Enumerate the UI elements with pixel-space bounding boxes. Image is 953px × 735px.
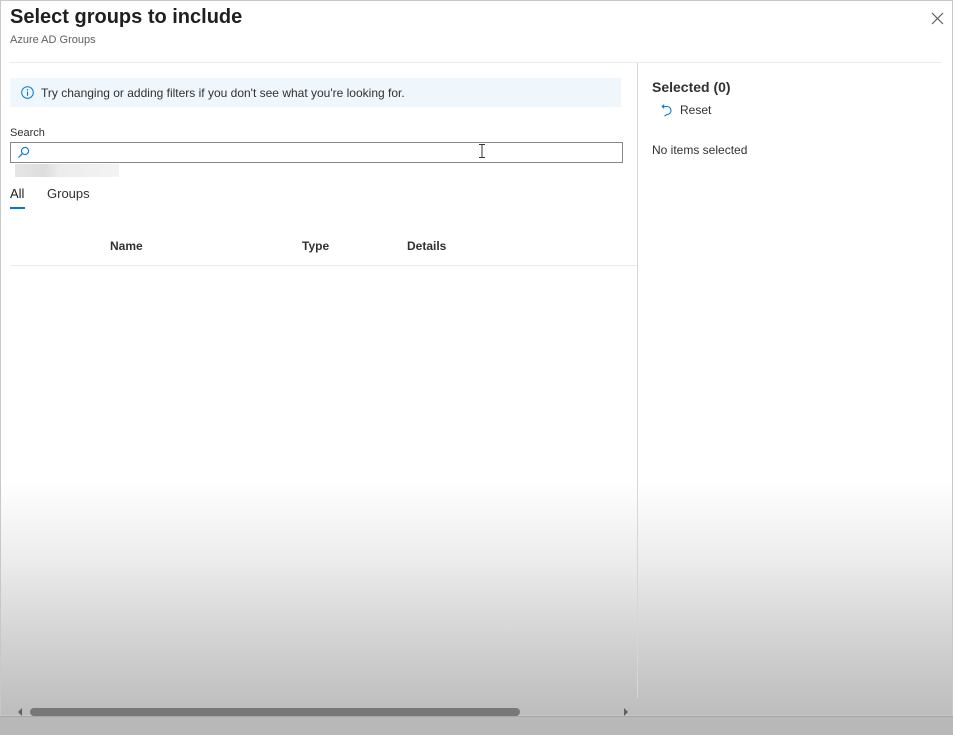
bottom-edge-bar — [0, 716, 953, 735]
close-icon — [931, 12, 943, 24]
column-header-type[interactable]: Type — [302, 239, 329, 253]
reset-button[interactable]: Reset — [660, 103, 711, 117]
close-button[interactable] — [928, 9, 946, 27]
undo-icon — [661, 103, 672, 116]
info-message-bar: Try changing or adding filters if you do… — [10, 78, 621, 107]
info-message-text: Try changing or adding filters if you do… — [41, 85, 405, 100]
text-cursor-icon — [479, 144, 485, 158]
tab-groups[interactable]: Groups — [47, 186, 90, 201]
tab-all[interactable]: All — [10, 186, 24, 201]
loading-placeholder — [15, 164, 119, 177]
search-icon — [18, 146, 30, 158]
table-header-divider — [10, 265, 637, 266]
panel-title: Select groups to include — [10, 6, 243, 28]
select-groups-panel: Select groups to include Azure AD Groups… — [0, 0, 953, 716]
search-box[interactable] — [10, 142, 623, 163]
pane-divider — [637, 63, 638, 698]
reset-label: Reset — [680, 103, 712, 117]
active-tab-indicator — [10, 207, 25, 209]
info-icon — [21, 86, 34, 99]
search-label: Search — [10, 127, 45, 139]
search-input[interactable] — [35, 144, 619, 163]
header-divider — [9, 62, 942, 63]
horizontal-scrollbar-thumb[interactable] — [30, 708, 520, 716]
column-header-name[interactable]: Name — [110, 239, 143, 253]
no-items-message: No items selected — [652, 143, 748, 157]
panel-subtitle: Azure AD Groups — [10, 34, 96, 46]
column-header-details[interactable]: Details — [407, 239, 446, 253]
selected-heading: Selected (0) — [652, 79, 731, 95]
